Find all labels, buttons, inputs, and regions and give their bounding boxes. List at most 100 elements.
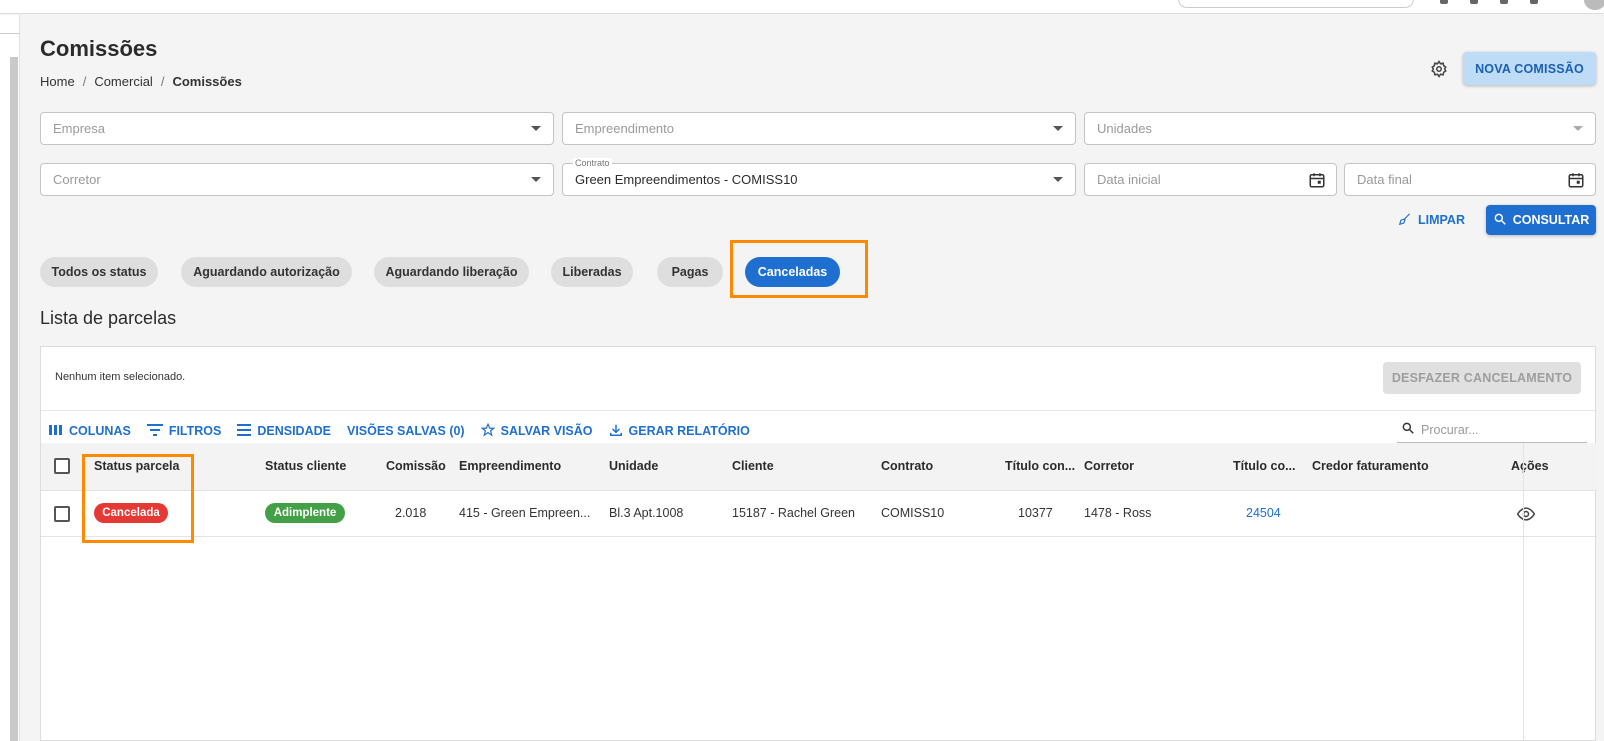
broom-icon xyxy=(1398,212,1412,229)
corretor-select[interactable]: Corretor xyxy=(40,163,554,196)
column-header-status-cliente[interactable]: Status cliente xyxy=(265,459,346,473)
notifications-icon[interactable] xyxy=(1470,0,1478,4)
column-header-acoes: Ações xyxy=(1511,459,1549,473)
calendar-icon[interactable] xyxy=(1567,171,1585,192)
data-final-placeholder: Data final xyxy=(1357,172,1412,187)
breadcrumb-separator: / xyxy=(82,74,87,89)
highlight-box-canceladas xyxy=(730,240,868,298)
cell-titulo-co-link[interactable]: 24504 xyxy=(1246,506,1281,520)
calendar-icon[interactable] xyxy=(1308,171,1326,192)
visoes-label: VISÕES SALVAS (0) xyxy=(346,424,465,438)
nav-divider xyxy=(0,33,20,34)
grid-header: Status parcela Status cliente Comissão E… xyxy=(41,443,1597,491)
gerar-relatorio-button[interactable]: GERAR RELATÓRIO xyxy=(609,423,750,440)
empreendimento-placeholder: Empreendimento xyxy=(575,121,674,136)
cell-titulo-con: 10377 xyxy=(1018,506,1053,520)
empreendimento-select[interactable]: Empreendimento xyxy=(562,112,1076,145)
limpar-button[interactable]: LIMPAR xyxy=(1398,210,1465,230)
top-app-bar xyxy=(0,0,1604,14)
actions-column-divider xyxy=(1523,443,1524,741)
eye-icon[interactable] xyxy=(1516,504,1536,527)
contrato-label: Contrato xyxy=(573,158,612,168)
divider xyxy=(41,410,1597,411)
data-inicial-field[interactable]: Data inicial xyxy=(1084,163,1337,196)
column-header-corretor[interactable]: Corretor xyxy=(1084,459,1134,473)
chevron-down-icon xyxy=(531,177,541,182)
chip-liberadas[interactable]: Liberadas xyxy=(551,257,633,287)
table-row[interactable]: Cancelada Adimplente 2.018 415 - Green E… xyxy=(41,491,1597,537)
breadcrumb-comercial[interactable]: Comercial xyxy=(94,74,153,89)
avatar[interactable] xyxy=(1584,0,1604,10)
gerar-label: GERAR RELATÓRIO xyxy=(628,424,750,438)
chevron-down-icon xyxy=(531,126,541,131)
empresa-select[interactable]: Empresa xyxy=(40,112,554,145)
contrato-select[interactable]: Contrato Green Empreendimentos - COMISS1… xyxy=(562,158,1076,196)
grid-search-placeholder: Procurar... xyxy=(1421,422,1479,437)
chip-aguardando-autorizacao[interactable]: Aguardando autorização xyxy=(181,257,352,287)
limpar-label: LIMPAR xyxy=(1418,213,1465,227)
sidebar-scrollbar[interactable] xyxy=(10,57,18,741)
grid-search-input[interactable]: Procurar... xyxy=(1397,417,1587,443)
empresa-placeholder: Empresa xyxy=(53,121,106,136)
search-icon xyxy=(1401,421,1415,438)
status-badge-cliente: Adimplente xyxy=(265,503,345,523)
side-navigation xyxy=(0,15,20,741)
gear-icon[interactable] xyxy=(1428,58,1450,80)
colunas-label: COLUNAS xyxy=(69,424,131,438)
breadcrumb-current: Comissões xyxy=(172,74,242,89)
search-icon xyxy=(1493,212,1507,229)
densidade-button[interactable]: DENSIDADE xyxy=(237,423,331,439)
salvar-visao-button[interactable]: SALVAR VISÃO xyxy=(480,422,593,440)
parcelas-grid: Nenhum item selecionado. DESFAZER CANCEL… xyxy=(40,346,1597,741)
desfazer-cancelamento-button[interactable]: DESFAZER CANCELAMENTO xyxy=(1383,362,1581,394)
densidade-label: DENSIDADE xyxy=(257,424,331,438)
column-header-comissao[interactable]: Comissão xyxy=(386,459,446,473)
unidades-placeholder: Unidades xyxy=(1097,121,1152,136)
nova-comissao-button[interactable]: NOVA COMISSÃO xyxy=(1463,52,1596,85)
chevron-down-icon xyxy=(1053,126,1063,131)
messages-icon[interactable] xyxy=(1500,0,1508,4)
column-header-titulo-co[interactable]: Título co... xyxy=(1233,459,1296,473)
unidades-select[interactable]: Unidades xyxy=(1084,112,1596,145)
highlight-box-status-parcela xyxy=(82,454,194,543)
chip-todos-os-status[interactable]: Todos os status xyxy=(40,257,158,287)
consultar-button[interactable]: CONSULTAR xyxy=(1486,205,1596,235)
help-icon[interactable] xyxy=(1440,0,1448,4)
apps-grid-icon[interactable] xyxy=(1530,0,1538,4)
data-inicial-placeholder: Data inicial xyxy=(1097,172,1161,187)
breadcrumb: Home / Comercial / Comissões xyxy=(40,74,242,89)
filtros-button[interactable]: FILTROS xyxy=(146,423,221,439)
colunas-button[interactable]: COLUNAS xyxy=(49,424,131,439)
global-search-input[interactable] xyxy=(1178,0,1414,8)
select-all-checkbox[interactable] xyxy=(54,458,70,474)
density-icon xyxy=(237,423,252,439)
cell-corretor: 1478 - Ross xyxy=(1084,506,1152,520)
column-header-cliente[interactable]: Cliente xyxy=(732,459,774,473)
grid-toolbar: COLUNAS FILTROS DENSIDADE VISÕES SALVAS … xyxy=(49,419,750,443)
corretor-placeholder: Corretor xyxy=(53,172,101,187)
cell-cliente: 15187 - Rachel Green xyxy=(732,506,855,520)
page-title: Comissões xyxy=(40,36,158,61)
cell-empreendimento: 415 - Green Empreen... xyxy=(459,506,591,520)
cell-contrato: COMISS10 xyxy=(881,506,945,520)
data-final-field[interactable]: Data final xyxy=(1344,163,1596,196)
contrato-value: Green Empreendimentos - COMISS10 xyxy=(575,172,798,187)
breadcrumb-home[interactable]: Home xyxy=(40,74,75,89)
consultar-label: CONSULTAR xyxy=(1512,213,1590,227)
chip-aguardando-liberacao[interactable]: Aguardando liberação xyxy=(374,257,529,287)
salvar-label: SALVAR VISÃO xyxy=(500,424,593,438)
chevron-down-icon xyxy=(1573,126,1583,131)
row-checkbox[interactable] xyxy=(54,506,70,522)
list-title: Lista de parcelas xyxy=(40,308,177,328)
chip-pagas[interactable]: Pagas xyxy=(657,257,723,287)
column-header-credor-faturamento[interactable]: Credor faturamento xyxy=(1312,459,1429,473)
breadcrumb-separator: / xyxy=(160,74,165,89)
star-icon xyxy=(480,422,496,440)
column-header-contrato[interactable]: Contrato xyxy=(881,459,933,473)
selection-info: Nenhum item selecionado. xyxy=(55,371,186,383)
column-header-empreendimento[interactable]: Empreendimento xyxy=(459,459,561,473)
cell-comissao: 2.018 xyxy=(395,506,427,520)
column-header-titulo-con[interactable]: Título con... xyxy=(1005,459,1075,473)
visoes-salvas-button[interactable]: VISÕES SALVAS (0) xyxy=(347,424,465,438)
column-header-unidade[interactable]: Unidade xyxy=(609,459,658,473)
